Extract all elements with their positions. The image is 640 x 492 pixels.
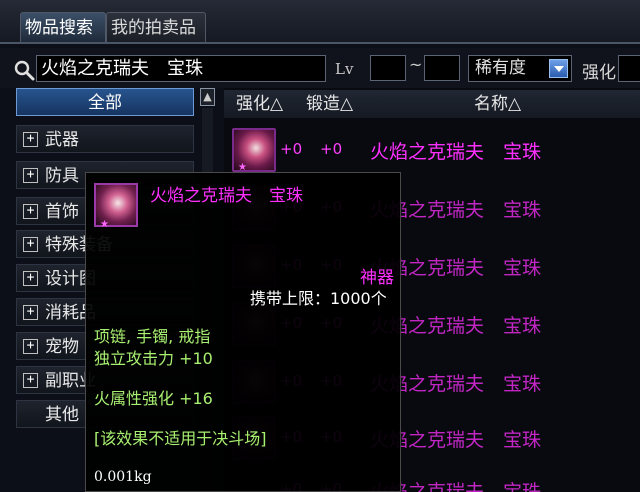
category-weapon[interactable]: + 武器 (16, 125, 194, 153)
scroll-up-button[interactable]: ▲ (200, 88, 215, 106)
enhance-filter-input[interactable] (618, 55, 640, 82)
sort-enhance-header[interactable]: 强化△ (236, 92, 283, 116)
category-label: 全部 (88, 93, 122, 113)
rarity-select-value: 稀有度 (475, 58, 526, 78)
sort-name-header[interactable]: 名称△ (474, 92, 521, 116)
plus-icon[interactable]: + (23, 168, 38, 183)
level-max-input[interactable] (424, 55, 460, 81)
plus-icon[interactable]: + (23, 237, 38, 252)
category-label: 宠物 (45, 337, 79, 357)
search-input[interactable]: 火焰之克瑞夫 宝珠 (36, 55, 326, 82)
level-min-input[interactable] (370, 55, 406, 81)
tooltip-weight: 0.001kg (94, 469, 152, 485)
tab-item-search[interactable]: 物品搜索 (20, 12, 106, 42)
item-name: 火焰之克瑞夫 宝珠 (370, 141, 542, 163)
category-label: 首饰 (45, 202, 79, 222)
tooltip-note: [该效果不适用于决斗场] (94, 429, 267, 448)
search-icon[interactable] (12, 58, 36, 82)
plus-icon[interactable]: + (23, 373, 38, 388)
category-label: 武器 (45, 130, 79, 150)
list-header (224, 90, 640, 118)
plus-icon[interactable]: + (23, 305, 38, 320)
tooltip-carry-limit: 携带上限：1000个 (250, 289, 387, 308)
orb-icon: ★ (94, 183, 138, 230)
orb-icon: ★ (232, 128, 276, 173)
category-label: 其他 (45, 405, 79, 425)
tooltip-title: 火焰之克瑞夫 宝珠 (150, 186, 303, 206)
tab-divider (0, 42, 640, 44)
tab-my-auctions[interactable]: 我的拍卖品 (106, 12, 206, 42)
enhance-filter-label: 强化 (582, 63, 616, 83)
sort-forge-header[interactable]: 锻造△ (306, 92, 353, 116)
category-label: 防具 (45, 166, 79, 186)
list-item[interactable]: ★ +0 +0 火焰之克瑞夫 宝珠 (224, 122, 640, 178)
plus-icon[interactable]: + (23, 204, 38, 219)
level-separator: ~ (409, 55, 423, 74)
item-enhance: +0 (280, 140, 303, 158)
rarity-select[interactable]: 稀有度 (468, 55, 572, 82)
chevron-down-icon[interactable] (549, 59, 568, 78)
tooltip-stat-fire: 火属性强化 +16 (94, 389, 213, 408)
category-all[interactable]: 全部 (16, 88, 194, 116)
item-tooltip: ★ 火焰之克瑞夫 宝珠 神器 携带上限：1000个 项链, 手镯, 戒指 独立攻… (85, 172, 401, 492)
plus-icon[interactable]: + (23, 339, 38, 354)
level-label: Lv (335, 60, 354, 78)
tooltip-stat-attack: 独立攻击力 +10 (94, 349, 213, 368)
plus-icon[interactable]: + (23, 132, 38, 147)
plus-icon[interactable]: + (23, 271, 38, 286)
tooltip-slot-types: 项链, 手镯, 戒指 (94, 327, 211, 346)
item-forge: +0 (320, 140, 343, 158)
